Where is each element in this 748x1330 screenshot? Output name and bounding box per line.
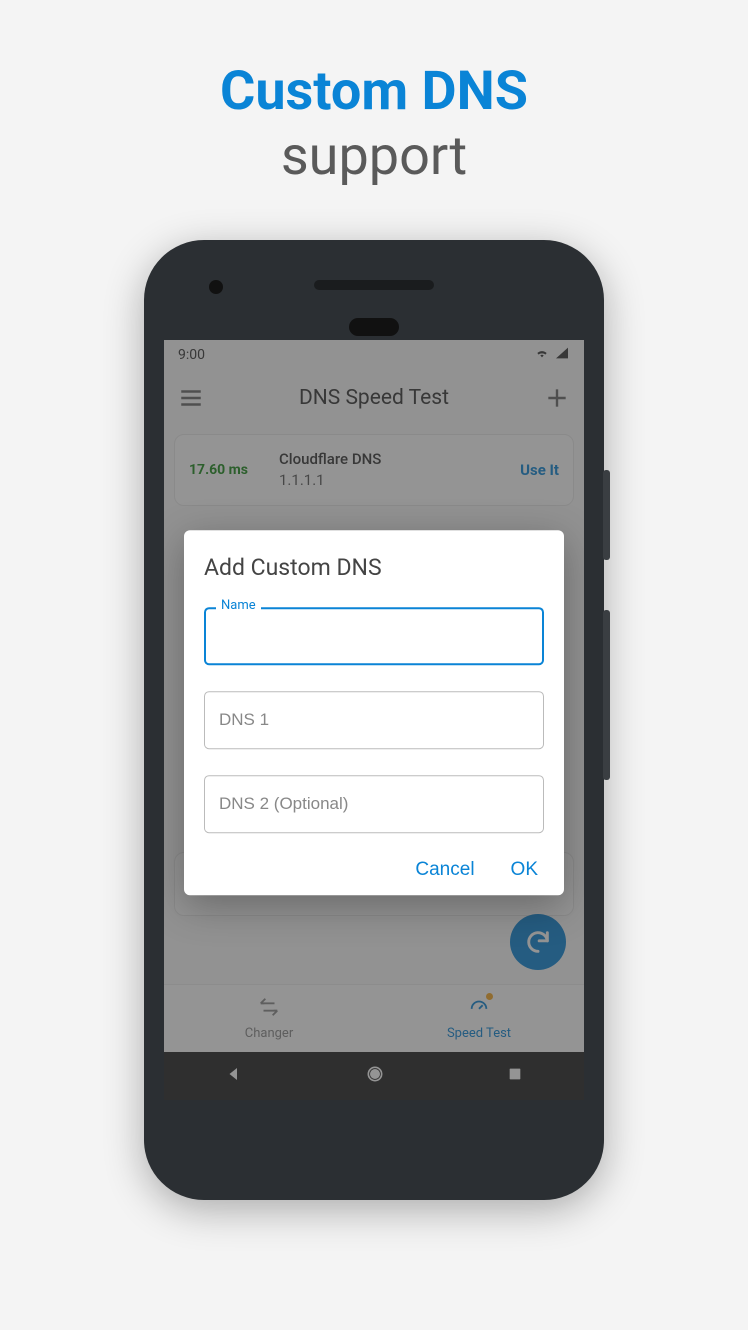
name-field-label: Name (216, 598, 261, 613)
dns2-input[interactable] (204, 775, 544, 833)
dialog-actions: Cancel OK (204, 859, 544, 881)
name-field-wrapper: Name (204, 607, 544, 665)
dns1-field-wrapper (204, 691, 544, 749)
name-input[interactable] (204, 607, 544, 665)
phone-speaker (314, 280, 434, 290)
phone-power-button (603, 470, 610, 560)
promo-line1: Custom DNS (0, 60, 748, 125)
add-custom-dns-dialog: Add Custom DNS Name Cancel OK (184, 530, 564, 895)
cancel-button[interactable]: Cancel (415, 859, 474, 881)
ok-button[interactable]: OK (511, 859, 538, 881)
dns1-input[interactable] (204, 691, 544, 749)
promo-title: Custom DNS support (0, 0, 748, 190)
promo-line2: support (0, 125, 748, 190)
phone-volume-button (603, 610, 610, 780)
dialog-title: Add Custom DNS (204, 554, 544, 581)
phone-earpiece (349, 318, 399, 336)
dns2-field-wrapper (204, 775, 544, 833)
phone-camera-dot (209, 280, 223, 294)
phone-frame: 9:00 DNS Speed Test 17.60 ms (144, 240, 604, 1200)
phone-screen: 9:00 DNS Speed Test 17.60 ms (164, 340, 584, 1100)
